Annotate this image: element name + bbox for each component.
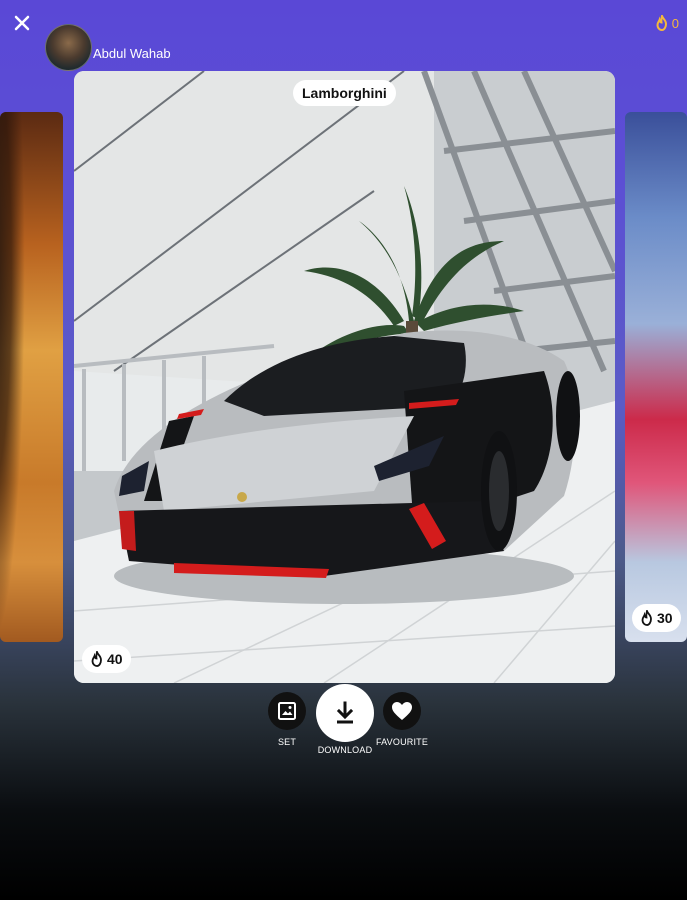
favourite-button-circle[interactable] (383, 692, 421, 730)
likes-count: 40 (107, 651, 123, 667)
fire-icon (91, 651, 102, 667)
wallpaper-image (74, 71, 615, 683)
favourite-button[interactable]: FAVOURITE (376, 692, 428, 747)
next-wallpaper-likes-badge[interactable]: 30 (632, 604, 681, 632)
wallpaper-preview[interactable] (74, 71, 615, 683)
favourite-label: FAVOURITE (375, 737, 429, 747)
set-label: SET (277, 737, 297, 747)
fire-icon (656, 15, 667, 31)
close-icon (14, 15, 30, 31)
wallpaper-title: Lamborghini (293, 80, 396, 106)
close-button[interactable] (10, 12, 34, 36)
set-wallpaper-icon (278, 702, 296, 720)
wallpaper-likes-badge[interactable]: 40 (82, 645, 131, 673)
previous-wallpaper-card[interactable] (0, 112, 63, 642)
coin-balance[interactable]: 0 (654, 15, 679, 31)
avatar[interactable] (45, 24, 92, 71)
download-button-circle[interactable] (316, 684, 374, 742)
download-button[interactable]: DOWNLOAD (313, 684, 377, 755)
set-button-circle[interactable] (268, 692, 306, 730)
download-label: DOWNLOAD (317, 745, 373, 755)
coin-count: 0 (671, 15, 679, 31)
likes-count: 30 (657, 610, 673, 626)
fire-icon (641, 610, 652, 626)
download-icon (336, 701, 354, 724)
next-wallpaper-card[interactable] (625, 112, 687, 642)
set-wallpaper-button[interactable]: SET (265, 692, 309, 747)
heart-icon (392, 702, 412, 720)
username[interactable]: Abdul Wahab (93, 46, 171, 61)
